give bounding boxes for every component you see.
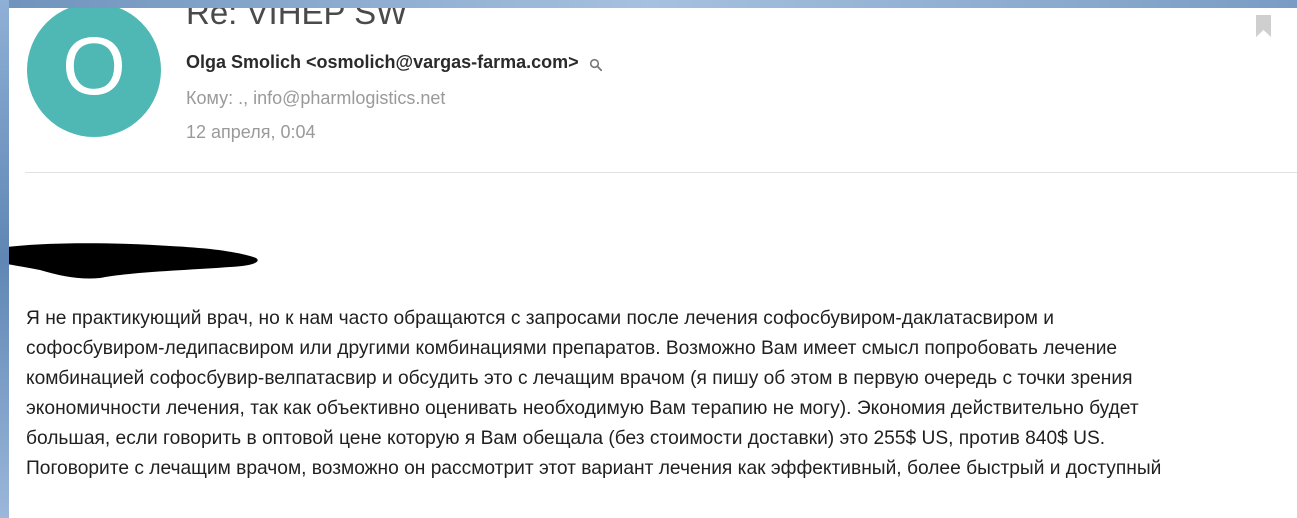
redaction-mark: [9, 240, 260, 280]
email-body: Я не практикующий врач, но к нам часто о…: [26, 304, 1297, 484]
window-frame-left: [0, 0, 9, 518]
recipients: Кому: ., info@pharmlogistics.net: [186, 88, 446, 108]
email-view: O Re: VIHEP SW Olga Smolich <osmolich@va…: [9, 8, 1297, 518]
body-line: софосбувиром-ледипасвиром или другими ко…: [26, 338, 1118, 359]
sender-line: Olga Smolich <osmolich@vargas-farma.com>: [186, 52, 603, 73]
body-line: большая, если говорить в оптовой цене ко…: [26, 428, 1106, 449]
body-line: комбинацией софосбувир-велпатасвир и обс…: [26, 368, 1133, 389]
body-line: экономичности лечения, так как объективн…: [26, 398, 1139, 419]
redaction-scribble: [9, 243, 258, 279]
header-divider: [25, 172, 1297, 173]
bookmark-icon-glyph: [1256, 15, 1271, 37]
sender-name[interactable]: Olga Smolich <osmolich@vargas-farma.com>: [186, 52, 579, 73]
window-frame-top: [0, 0, 1297, 8]
body-line: Поговорите с лечащим врачом, возможно он…: [26, 458, 1162, 479]
body-line: Я не практикующий врач, но к нам часто о…: [26, 308, 1055, 329]
sender-avatar: O: [27, 8, 161, 137]
avatar-letter: O: [62, 21, 126, 112]
search-icon[interactable]: [589, 56, 603, 71]
email-date: 12 апреля, 0:04: [186, 122, 316, 142]
bookmark-icon[interactable]: [1255, 15, 1272, 37]
search-icon-glyph: [589, 58, 602, 71]
email-subject: Re: VIHEP SW: [186, 8, 408, 31]
